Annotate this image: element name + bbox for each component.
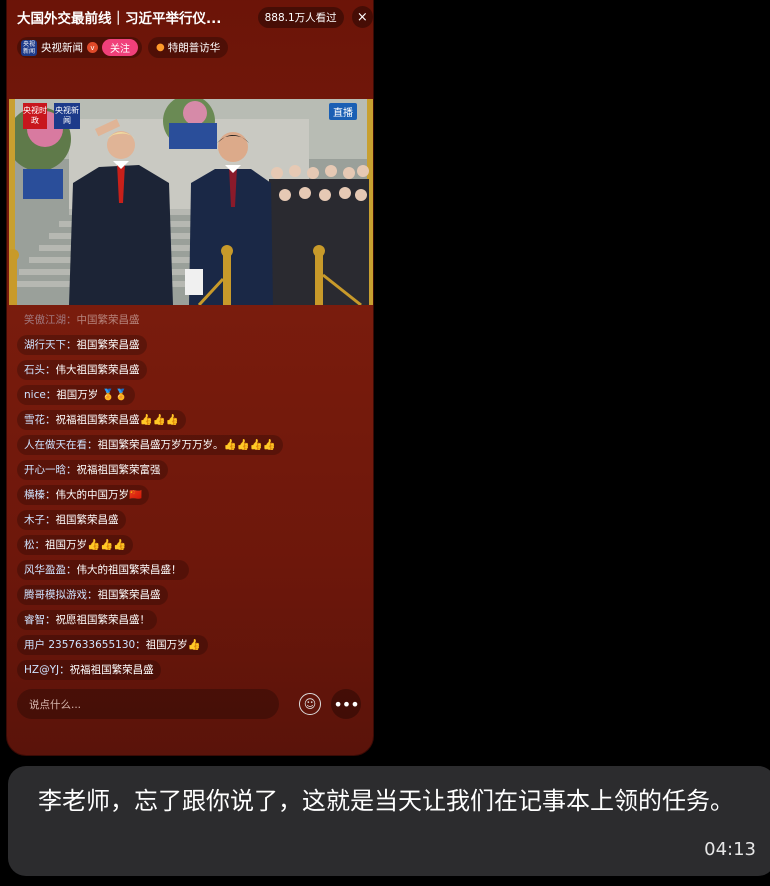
comment-item[interactable]: 睿智：祝愿祖国繁荣昌盛！ <box>17 610 157 630</box>
comment-row: 笑傲江湖：中国繁荣昌盛 <box>17 308 357 333</box>
comment-row: 横榛：伟大的中国万岁🇨🇳 <box>17 483 357 508</box>
comment-item[interactable]: 横榛：伟大的中国万岁🇨🇳 <box>17 485 150 505</box>
comment-author: 笑傲江湖： <box>24 314 77 326</box>
comment-text: 伟大的祖国繁荣昌盛！ <box>76 564 182 576</box>
cctv-politics-logo: 央视时政 <box>23 103 47 129</box>
comment-author: 横榛： <box>24 489 56 501</box>
follow-button[interactable]: 关注 <box>102 39 138 56</box>
comment-author: 石头： <box>24 364 56 376</box>
comment-author: 松： <box>24 539 45 551</box>
comment-item[interactable]: 腾哥模拟游戏：祖国繁荣昌盛 <box>17 585 168 605</box>
topic-tag[interactable]: ● 特朗普访华 <box>148 37 229 58</box>
live-video[interactable]: 央视时政 央视新闻 直播 <box>9 99 373 305</box>
comment-author: 开心一晗： <box>24 464 77 476</box>
comment-row: 湖行天下：祖国繁荣昌盛 <box>17 333 357 358</box>
live-badge: 直播 <box>329 103 357 120</box>
comment-text: 伟大的中国万岁🇨🇳 <box>55 489 143 501</box>
comment-author: nice： <box>24 389 57 401</box>
live-topbar: 大国外交最前线｜习近平举行仪... 888.1万人看过 × <box>7 1 373 33</box>
viewer-count: 888.1万人看过 <box>257 6 344 28</box>
comment-author: 湖行天下： <box>24 339 77 351</box>
video-frame-image <box>9 99 373 305</box>
comment-item[interactable]: 石头：伟大祖国繁荣昌盛 <box>17 360 147 380</box>
topic-label: 特朗普访华 <box>167 42 221 54</box>
comment-row: 腾哥模拟游戏：祖国繁荣昌盛 <box>17 583 357 608</box>
host-name: 央视新闻 <box>41 42 83 54</box>
comment-row: HZ@YJ：祝福祖国繁荣昌盛 <box>17 658 357 683</box>
comment-item[interactable]: 雪花：祝福祖国繁荣昌盛👍👍👍 <box>17 410 186 430</box>
comment-row: 人在做天在看：祖国繁荣昌盛万岁万万岁。👍👍👍👍 <box>17 433 357 458</box>
comment-item[interactable]: HZ@YJ：祝福祖国繁荣昌盛 <box>17 660 161 680</box>
comment-author: 木子： <box>24 514 56 526</box>
live-stream-screenshot: 大国外交最前线｜习近平举行仪... 888.1万人看过 × 央视新闻 央视新闻 … <box>6 0 374 756</box>
comment-author: 风华盈盈： <box>24 564 77 576</box>
comment-text: 祖国繁荣昌盛万岁万万岁。👍👍👍👍 <box>97 439 276 451</box>
comment-row: 风华盈盈：伟大的祖国繁荣昌盛！ <box>17 558 357 583</box>
comment-item[interactable]: 用户 2357633655130：祖国万岁👍 <box>17 635 208 655</box>
comment-item[interactable]: 松：祖国万岁👍👍👍 <box>17 535 134 555</box>
comment-text: 伟大祖国繁荣昌盛 <box>55 364 140 376</box>
fire-icon: ● <box>156 42 165 53</box>
comment-text: 祖国繁荣昌盛 <box>97 589 161 601</box>
comment-text: 祝福祖国繁荣富强 <box>76 464 161 476</box>
comment-row: 雪花：祝福祖国繁荣昌盛👍👍👍 <box>17 408 357 433</box>
comment-author: 用户 2357633655130： <box>24 639 146 651</box>
cctv-news-logo: 央视新闻 <box>54 103 80 129</box>
comment-author: 雪花： <box>24 414 56 426</box>
comment-author: 睿智： <box>24 614 56 626</box>
comment-row: 开心一晗：祝福祖国繁荣富强 <box>17 458 357 483</box>
comment-item[interactable]: nice：祖国万岁 🏅🏅 <box>17 385 135 405</box>
comment-item[interactable]: 风华盈盈：伟大的祖国繁荣昌盛！ <box>17 560 189 580</box>
emoji-icon[interactable]: ☺ <box>299 693 321 715</box>
comment-row: 睿智：祝愿祖国繁荣昌盛！ <box>17 608 357 633</box>
message-text: 李老师，忘了跟你说了，这就是当天让我们在记事本上领的任务。 <box>38 787 734 815</box>
close-icon[interactable]: × <box>351 6 373 28</box>
comment-item[interactable]: 人在做天在看：祖国繁荣昌盛万岁万万岁。👍👍👍👍 <box>17 435 283 455</box>
comment-list: 笑傲江湖：中国繁荣昌盛 湖行天下：祖国繁荣昌盛 石头：伟大祖国繁荣昌盛 nice：祖国… <box>17 308 357 683</box>
comment-text: 祝福祖国繁荣昌盛 <box>69 664 154 676</box>
comment-row: 用户 2357633655130：祖国万岁👍 <box>17 633 357 658</box>
comment-author: 腾哥模拟游戏： <box>24 589 98 601</box>
live-room-title: 大国外交最前线｜习近平举行仪... <box>17 11 222 27</box>
comment-item[interactable]: 开心一晗：祝福祖国繁荣富强 <box>17 460 168 480</box>
comment-row: 木子：祖国繁荣昌盛 <box>17 508 357 533</box>
comment-author: 人在做天在看： <box>24 439 98 451</box>
comment-author: HZ@YJ： <box>24 664 70 676</box>
comment-input[interactable]: 说点什么... <box>17 689 279 719</box>
comment-text: 祖国万岁👍 <box>145 639 201 651</box>
host-bar: 央视新闻 央视新闻 v 关注 ● 特朗普访华 <box>17 37 229 58</box>
comment-row: 石头：伟大祖国繁荣昌盛 <box>17 358 357 383</box>
comment-text: 祖国万岁 🏅🏅 <box>56 389 128 401</box>
more-options-icon[interactable]: ••• <box>331 689 361 719</box>
comment-item[interactable]: 笑傲江湖：中国繁荣昌盛 <box>17 310 147 330</box>
comment-text: 中国繁荣昌盛 <box>76 314 140 326</box>
comment-input-placeholder: 说点什么... <box>29 698 82 711</box>
comment-row: 松：祖国万岁👍👍👍 <box>17 533 357 558</box>
host-pill[interactable]: 央视新闻 央视新闻 v 关注 <box>17 37 142 58</box>
comment-row: nice：祖国万岁 🏅🏅 <box>17 383 357 408</box>
comment-item[interactable]: 木子：祖国繁荣昌盛 <box>17 510 126 530</box>
comment-item[interactable]: 湖行天下：祖国繁荣昌盛 <box>17 335 147 355</box>
avatar: 央视新闻 <box>21 39 37 56</box>
chat-message-bubble[interactable]: 李老师，忘了跟你说了，这就是当天让我们在记事本上领的任务。 04:13 <box>8 766 770 876</box>
comment-text: 祖国繁荣昌盛 <box>55 514 119 526</box>
comment-text: 祖国万岁👍👍👍 <box>45 539 127 551</box>
message-timestamp: 04:13 <box>704 839 756 860</box>
comment-text: 祝愿祖国繁荣昌盛！ <box>55 614 151 626</box>
comment-text: 祝福祖国繁荣昌盛👍👍👍 <box>55 414 179 426</box>
verified-icon: v <box>87 42 98 53</box>
comment-text: 祖国繁荣昌盛 <box>76 339 140 351</box>
